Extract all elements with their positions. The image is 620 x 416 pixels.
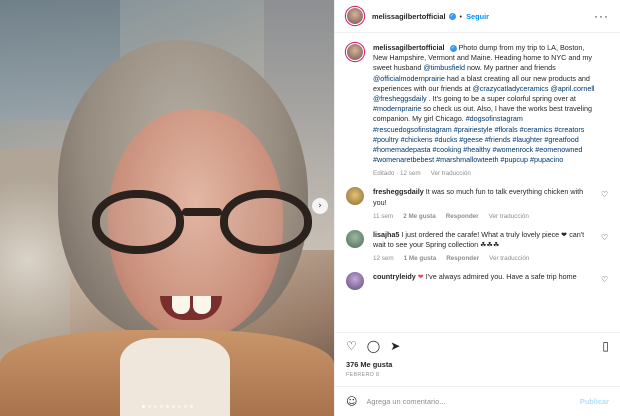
action-bar: ♡ ◯ ➤ ▯ <box>335 332 620 358</box>
comment-row: countryleidy ❤ I've always admired you. … <box>346 272 609 291</box>
comments-list[interactable]: melissagilbertofficial ✓ Photo dump from… <box>335 33 620 332</box>
reply-button[interactable]: Responder <box>446 255 479 262</box>
comment-text: I just ordered the carafe! What a truly … <box>373 229 585 250</box>
bookmark-icon[interactable]: ▯ <box>602 340 609 352</box>
hashtag-link[interactable]: #modernprairie <box>373 104 421 113</box>
marshmallow-tooth-right <box>193 296 211 314</box>
mention-link[interactable]: @fresheggsdaily <box>373 94 427 103</box>
post-photo[interactable]: › <box>0 0 334 416</box>
comment-time: 11 sem <box>373 212 394 220</box>
heart-outline-icon[interactable]: ♡ <box>346 340 357 352</box>
comment-meta: 12 sem 1 Me gusta Responder Ver traducci… <box>373 255 595 262</box>
mention-link[interactable]: @timbusfield <box>423 63 465 72</box>
carousel-dot <box>141 405 145 408</box>
comment-username[interactable]: countryleidy <box>373 272 416 281</box>
reply-button[interactable]: Responder <box>446 213 479 220</box>
chevron-right-icon[interactable]: › <box>312 198 328 214</box>
add-comment-bar: ☺ Publicar <box>335 386 620 416</box>
comment-input[interactable] <box>366 397 580 406</box>
avatar[interactable] <box>346 7 364 25</box>
carousel-dot <box>147 405 151 408</box>
see-translation-link[interactable]: Ver traducción <box>489 255 529 262</box>
marshmallow-tooth-left <box>172 296 190 314</box>
caption-text: now. My partner and friends <box>467 63 556 73</box>
comment-icon[interactable]: ◯ <box>367 340 380 352</box>
avatar[interactable] <box>346 187 364 206</box>
post-button[interactable]: Publicar <box>580 397 609 406</box>
subject-glasses <box>92 190 312 260</box>
header-username[interactable]: melissagilbertofficial <box>372 12 446 21</box>
comment-text: I've always admired you. Have a safe tri… <box>425 272 577 282</box>
more-horizontal-icon[interactable]: ··· <box>594 10 609 22</box>
heart-outline-icon[interactable]: ♡ <box>601 233 609 242</box>
mention-link[interactable]: @officialmodernprairie <box>373 74 445 83</box>
heart-outline-icon[interactable]: ♡ <box>601 276 609 284</box>
comment-meta: 11 sem 2 Me gusta Responder Ver traducci… <box>373 213 595 220</box>
carousel-dot <box>153 405 157 408</box>
caption-text: . It's going to be a super colorful spri… <box>428 94 576 104</box>
post-side-panel: melissagilbertofficial ✓ • Seguir ··· me… <box>334 0 620 416</box>
caption: melissagilbertofficial ✓ Photo dump from… <box>346 43 609 187</box>
caption-username[interactable]: melissagilbertofficial <box>373 43 445 52</box>
carousel-dots <box>0 405 334 408</box>
avatar[interactable] <box>346 272 364 291</box>
comment-username[interactable]: lisajha5 <box>373 230 399 239</box>
mention-link[interactable]: @april.cornell <box>550 84 594 93</box>
likes-count[interactable]: 376 Me gusta <box>335 360 620 369</box>
mention-link[interactable]: @crazycatladyceramics <box>472 84 548 93</box>
carousel-dot <box>183 405 187 408</box>
see-translation-link[interactable]: Ver traducción <box>431 170 471 177</box>
post-date[interactable]: FEBRERO 8 <box>335 372 620 378</box>
comment-likes[interactable]: 2 Me gusta <box>403 213 436 220</box>
carousel-dot <box>159 405 163 408</box>
verified-badge-icon: ✓ <box>449 44 457 52</box>
carousel-dot <box>171 405 175 408</box>
comment-row: fresheggsdaily It was so much fun to tal… <box>346 187 609 229</box>
edited-label: Editado · 12 sem <box>373 170 421 178</box>
share-icon[interactable]: ➤ <box>390 340 400 352</box>
heart-outline-icon[interactable]: ♡ <box>601 191 609 199</box>
smile-icon[interactable]: ☺ <box>346 396 357 407</box>
comment-likes[interactable]: 1 Me gusta <box>404 255 437 262</box>
header-separator: • <box>459 11 463 21</box>
comment-row: lisajha5 I just ordered the carafe! What… <box>346 229 609 272</box>
see-translation-link[interactable]: Ver traducción <box>489 213 529 220</box>
heart-emoji: ❤ <box>417 272 424 282</box>
carousel-dot <box>177 405 181 408</box>
post-dialog: › melissagilbertofficial ✓ • Seguir ··· <box>0 0 620 416</box>
avatar[interactable] <box>346 229 364 248</box>
caption-meta: Editado · 12 sem Ver traducción <box>373 170 595 177</box>
comment-username[interactable]: fresheggsdaily <box>373 187 424 196</box>
carousel-dot <box>165 405 169 408</box>
post-header: melissagilbertofficial ✓ • Seguir ··· <box>335 0 620 33</box>
follow-button[interactable]: Seguir <box>466 12 489 21</box>
comment-time: 12 sem <box>373 255 394 263</box>
verified-badge-icon: ✓ <box>448 12 456 20</box>
avatar[interactable] <box>346 43 364 61</box>
carousel-dot <box>189 405 193 408</box>
